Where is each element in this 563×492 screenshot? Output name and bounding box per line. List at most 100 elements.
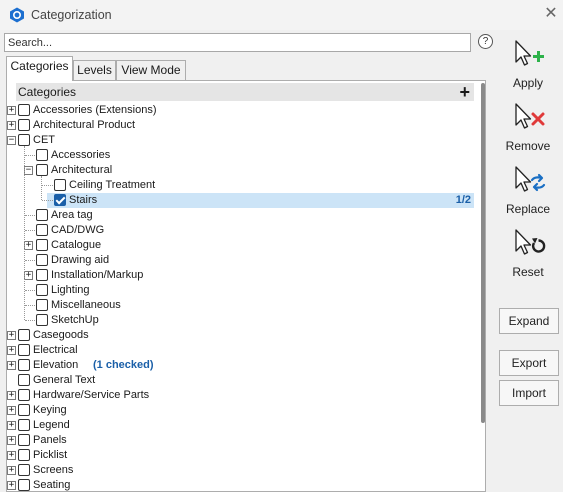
- tree-row[interactable]: + Accessories (Extensions): [7, 103, 477, 118]
- expand-icon[interactable]: +: [7, 421, 16, 430]
- expand-icon[interactable]: +: [7, 436, 16, 445]
- collapse-icon[interactable]: −: [7, 136, 16, 145]
- expand-icon[interactable]: +: [7, 391, 16, 400]
- checkbox[interactable]: [18, 449, 30, 461]
- checkbox[interactable]: [18, 329, 30, 341]
- tree-row[interactable]: + Screens: [7, 463, 477, 478]
- checkbox[interactable]: [18, 389, 30, 401]
- tree-row[interactable]: − CET: [7, 133, 477, 148]
- tree-row[interactable]: + Architectural Product: [7, 118, 477, 133]
- replace-button[interactable]: Replace: [497, 164, 559, 216]
- tree-connector: [25, 230, 35, 231]
- tree-row-label: Stairs: [69, 194, 98, 206]
- checkbox[interactable]: [18, 404, 30, 416]
- checkbox[interactable]: [36, 269, 48, 281]
- tree-row[interactable]: + Legend: [7, 418, 477, 433]
- expand-icon[interactable]: +: [7, 121, 16, 130]
- checkbox[interactable]: [18, 479, 30, 491]
- expand-icon[interactable]: +: [7, 106, 16, 115]
- checkbox[interactable]: [18, 104, 30, 116]
- apply-button[interactable]: Apply: [497, 38, 559, 90]
- help-icon[interactable]: ?: [478, 34, 493, 49]
- import-button[interactable]: Import: [499, 380, 559, 406]
- cursor-plus-icon: [515, 40, 544, 66]
- checkbox[interactable]: [18, 434, 30, 446]
- checkbox[interactable]: [36, 299, 48, 311]
- expand-icon[interactable]: +: [7, 451, 16, 460]
- tree-row[interactable]: + Catalogue: [7, 238, 477, 253]
- tree-row[interactable]: + Keying: [7, 403, 477, 418]
- tree-scrollbar[interactable]: [481, 83, 485, 423]
- expand-icon[interactable]: +: [7, 331, 16, 340]
- checkbox[interactable]: [18, 134, 30, 146]
- expand-icon[interactable]: +: [7, 481, 16, 490]
- tree-row[interactable]: SketchUp: [7, 313, 477, 328]
- tree-row[interactable]: + Casegoods: [7, 328, 477, 343]
- tree-row-label: Lighting: [51, 284, 90, 296]
- reset-button[interactable]: Reset: [497, 227, 559, 279]
- expand-icon[interactable]: +: [24, 241, 33, 250]
- tree-row[interactable]: + Picklist: [7, 448, 477, 463]
- expand-icon[interactable]: +: [7, 466, 16, 475]
- expand-icon[interactable]: +: [7, 406, 16, 415]
- checkbox[interactable]: [36, 239, 48, 251]
- tree-row[interactable]: + Installation/Markup: [7, 268, 477, 283]
- checkbox[interactable]: [36, 164, 48, 176]
- tree-row[interactable]: Drawing aid: [7, 253, 477, 268]
- tree-row-label: CET: [33, 134, 55, 146]
- tree-row[interactable]: General Text: [7, 373, 477, 388]
- tree-row-label: Installation/Markup: [51, 269, 144, 281]
- expand-icon[interactable]: +: [24, 271, 33, 280]
- tree-row[interactable]: CAD/DWG: [7, 223, 477, 238]
- tree-row[interactable]: Lighting: [7, 283, 477, 298]
- tree-row-label: CAD/DWG: [51, 224, 105, 236]
- tree-row[interactable]: + Seating: [7, 478, 477, 491]
- collapse-icon[interactable]: −: [24, 166, 33, 175]
- expand-icon[interactable]: +: [7, 361, 16, 370]
- checkbox[interactable]: [36, 149, 48, 161]
- close-icon[interactable]: ✕: [542, 5, 560, 23]
- tree-row-label: Architectural: [51, 164, 113, 176]
- checkbox[interactable]: [36, 254, 48, 266]
- export-button[interactable]: Export: [499, 350, 559, 376]
- cursor-swap-icon: [515, 166, 546, 192]
- expand-button[interactable]: Expand: [499, 308, 559, 334]
- expand-icon[interactable]: +: [7, 346, 16, 355]
- tree-row[interactable]: Miscellaneous: [7, 298, 477, 313]
- tree-connector: [25, 320, 35, 321]
- tree-row[interactable]: Accessories: [7, 148, 477, 163]
- tree-row[interactable]: + Elevation (1 checked): [7, 358, 477, 373]
- tree-row[interactable]: + Panels: [7, 433, 477, 448]
- tree-row[interactable]: + Hardware/Service Parts: [7, 388, 477, 403]
- remove-button[interactable]: Remove: [497, 101, 559, 153]
- tree-connector: [25, 155, 35, 156]
- checkbox[interactable]: [18, 344, 30, 356]
- checkbox[interactable]: [36, 284, 48, 296]
- checkbox[interactable]: [18, 374, 30, 386]
- checkbox[interactable]: [18, 119, 30, 131]
- checkbox[interactable]: [36, 209, 48, 221]
- tree-row[interactable]: Stairs 1/2: [47, 193, 474, 208]
- tab-categories[interactable]: Categories: [6, 56, 73, 81]
- checkbox[interactable]: [18, 464, 30, 476]
- tree-row[interactable]: Area tag: [7, 208, 477, 223]
- title-bar: Categorization ✕: [0, 0, 563, 30]
- search-input[interactable]: [4, 33, 471, 52]
- tree-row[interactable]: Ceiling Treatment: [7, 178, 477, 193]
- checkbox-checked[interactable]: [54, 194, 66, 206]
- tab-view-mode[interactable]: View Mode: [116, 60, 186, 80]
- window-title: Categorization: [31, 8, 112, 22]
- tree-row[interactable]: − Architectural: [7, 163, 477, 178]
- tree-row-label: Catalogue: [51, 239, 102, 251]
- checkbox[interactable]: [18, 359, 30, 371]
- checkbox[interactable]: [36, 314, 48, 326]
- tree-row-label: General Text: [33, 374, 96, 386]
- tree-row[interactable]: + Electrical: [7, 343, 477, 358]
- checkbox[interactable]: [18, 419, 30, 431]
- checkbox[interactable]: [36, 224, 48, 236]
- checkbox[interactable]: [54, 179, 66, 191]
- category-tree: Categories + + Accessories (Extensions) + A…: [6, 80, 486, 492]
- add-category-icon[interactable]: +: [459, 83, 470, 101]
- tree-row-label: Legend: [33, 419, 70, 431]
- tab-levels[interactable]: Levels: [73, 60, 116, 80]
